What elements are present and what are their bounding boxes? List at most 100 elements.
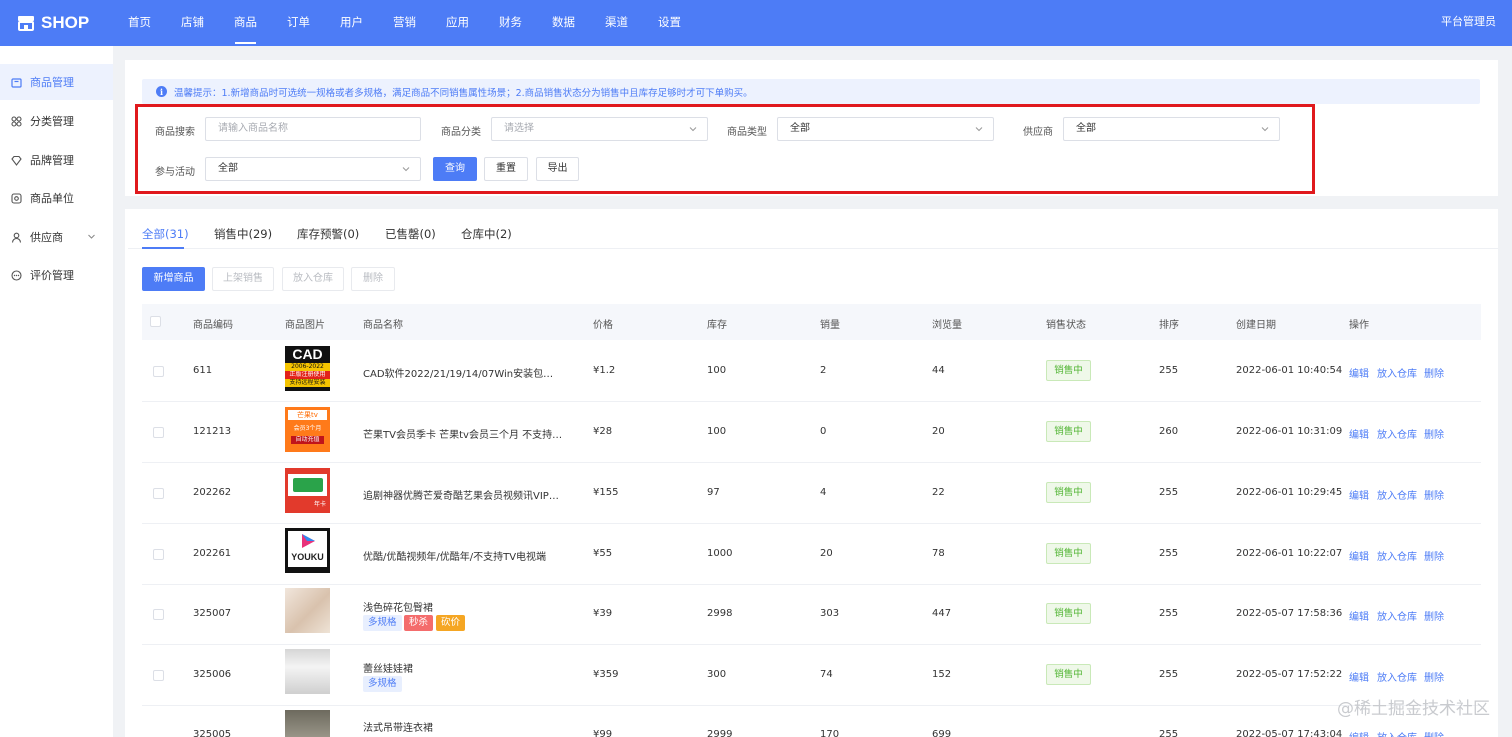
tab-sold-out[interactable]: 已售罄(0) xyxy=(385,226,436,242)
nav-users[interactable]: 用户 xyxy=(325,0,378,46)
product-image[interactable]: 年卡 xyxy=(285,468,330,513)
to-warehouse-link[interactable]: 放入仓库 xyxy=(1377,608,1417,623)
col-price: 价格 xyxy=(593,320,613,331)
product-name[interactable]: 优酷/优酷视频年/优酷年/不支持TV电视端 xyxy=(363,548,563,563)
sidebar-item-product-manage[interactable]: 商品管理 xyxy=(0,64,113,100)
sidebar-item-unit[interactable]: 商品单位 xyxy=(0,180,113,216)
nav-marketing[interactable]: 营销 xyxy=(378,0,431,46)
reset-button[interactable]: 重置 xyxy=(484,157,528,181)
delete-link[interactable]: 删除 xyxy=(1424,487,1444,502)
sidebar-item-review[interactable]: 评价管理 xyxy=(0,257,113,293)
admin-user-menu[interactable]: 平台管理员 xyxy=(1441,0,1496,44)
delete-link[interactable]: 删除 xyxy=(1424,548,1444,563)
delete-link[interactable]: 删除 xyxy=(1424,426,1444,441)
product-image[interactable]: YOUKU xyxy=(285,528,330,573)
to-warehouse-link[interactable]: 放入仓库 xyxy=(1377,669,1417,684)
row-checkbox[interactable] xyxy=(153,609,164,620)
sidebar-item-label: 分类管理 xyxy=(30,115,74,128)
shop-icon xyxy=(18,16,34,31)
to-warehouse-link[interactable]: 放入仓库 xyxy=(1377,487,1417,502)
to-warehouse-link[interactable]: 放入仓库 xyxy=(1377,426,1417,441)
search-input[interactable]: 请输入商品名称 xyxy=(205,117,421,141)
edit-link[interactable]: 编辑 xyxy=(1349,487,1369,502)
edit-link[interactable]: 编辑 xyxy=(1349,548,1369,563)
to-warehouse-button[interactable]: 放入仓库 xyxy=(282,267,344,291)
row-checkbox[interactable] xyxy=(153,366,164,377)
product-sort: 255 xyxy=(1159,548,1179,559)
to-warehouse-link[interactable]: 放入仓库 xyxy=(1377,729,1417,737)
tab-divider xyxy=(128,248,1498,249)
row-checkbox[interactable] xyxy=(153,488,164,499)
col-code: 商品编码 xyxy=(193,320,233,331)
chevron-down-icon xyxy=(402,167,410,172)
chevron-down-icon xyxy=(975,127,983,132)
thumb-line: 正版注册使用 xyxy=(285,371,330,379)
product-sort: 255 xyxy=(1159,487,1179,498)
row-checkbox[interactable] xyxy=(153,427,164,438)
nav-home[interactable]: 首页 xyxy=(113,0,166,46)
tag-multi-spec: 多规格 xyxy=(363,676,402,692)
sidebar-item-brand[interactable]: 品牌管理 xyxy=(0,142,113,178)
delete-button[interactable]: 删除 xyxy=(351,267,395,291)
sidebar-item-supplier[interactable]: 供应商 xyxy=(0,219,113,255)
nav-apps[interactable]: 应用 xyxy=(431,0,484,46)
row-checkbox[interactable] xyxy=(153,670,164,681)
tab-warehouse[interactable]: 仓库中(2) xyxy=(461,226,512,242)
nav-settings[interactable]: 设置 xyxy=(643,0,696,46)
type-select[interactable]: 全部 xyxy=(777,117,994,141)
delete-link[interactable]: 删除 xyxy=(1424,365,1444,380)
product-name[interactable]: 蕾丝娃娃裙 xyxy=(363,660,563,675)
tab-stock-alert[interactable]: 库存预警(0) xyxy=(297,226,359,242)
delete-link[interactable]: 删除 xyxy=(1424,729,1444,737)
edit-link[interactable]: 编辑 xyxy=(1349,426,1369,441)
product-name[interactable]: 追剧神器优腾芒爱奇酷艺果会员视频讯VIP播... xyxy=(363,487,563,502)
add-product-button[interactable]: 新增商品 xyxy=(142,267,205,291)
edit-link[interactable]: 编辑 xyxy=(1349,729,1369,737)
tip-banner: i 温馨提示：1.新增商品时可选统一规格或者多规格，满足商品不同销售属性场景；2… xyxy=(142,79,1480,104)
tab-all[interactable]: 全部(31) xyxy=(142,226,189,242)
row-checkbox[interactable] xyxy=(153,549,164,560)
product-name[interactable]: 法式吊带连衣裙 xyxy=(363,719,563,734)
edit-link[interactable]: 编辑 xyxy=(1349,669,1369,684)
table-row: 202262 年卡 追剧神器优腾芒爱奇酷艺果会员视频讯VIP播... ¥155 … xyxy=(142,463,1481,524)
to-warehouse-link[interactable]: 放入仓库 xyxy=(1377,548,1417,563)
delete-link[interactable]: 删除 xyxy=(1424,608,1444,623)
nav-products[interactable]: 商品 xyxy=(219,0,272,46)
product-name[interactable]: 浅色碎花包臀裙 xyxy=(363,599,563,614)
app-logo[interactable]: SHOP xyxy=(17,12,89,34)
nav-channels[interactable]: 渠道 xyxy=(590,0,643,46)
edit-link[interactable]: 编辑 xyxy=(1349,365,1369,380)
product-name[interactable]: CAD软件2022/21/19/14/07Win安装包下载制... xyxy=(363,365,563,380)
nav-store[interactable]: 店铺 xyxy=(166,0,219,46)
nav-finance[interactable]: 财务 xyxy=(484,0,537,46)
table-row: 325006 蕾丝娃娃裙 多规格 ¥359 300 74 152 销售中 255… xyxy=(142,645,1481,706)
activity-select[interactable]: 全部 xyxy=(205,157,421,181)
select-all-checkbox[interactable] xyxy=(150,316,161,327)
product-image[interactable]: CAD 2006-2022 正版注册使用 支持远程安装 xyxy=(285,346,330,391)
category-select[interactable]: 请选择 xyxy=(491,117,708,141)
col-actions: 操作 xyxy=(1349,320,1369,331)
nav-orders[interactable]: 订单 xyxy=(272,0,325,46)
on-sale-button[interactable]: 上架销售 xyxy=(212,267,274,291)
product-image[interactable] xyxy=(285,710,330,737)
nav-data[interactable]: 数据 xyxy=(537,0,590,46)
product-image[interactable]: 芒果tv 会员3个月 自动充值 xyxy=(285,407,330,452)
sidebar: 商品管理 分类管理 品牌管理 商品单位 供应商 评价管理 xyxy=(0,46,113,737)
export-button[interactable]: 导出 xyxy=(536,157,579,181)
status-badge: 销售中 xyxy=(1046,482,1091,503)
delete-link[interactable]: 删除 xyxy=(1424,669,1444,684)
edit-link[interactable]: 编辑 xyxy=(1349,608,1369,623)
tab-on-sale[interactable]: 销售中(29) xyxy=(214,226,272,242)
chevron-down-icon[interactable] xyxy=(87,232,96,241)
product-name[interactable]: 芒果TV会员季卡 芒果tv会员三个月 不支持电... xyxy=(363,426,563,441)
product-image[interactable] xyxy=(285,588,330,633)
product-sort: 255 xyxy=(1159,729,1179,737)
status-badge: 销售中 xyxy=(1046,360,1091,381)
sidebar-item-category[interactable]: 分类管理 xyxy=(0,103,113,139)
supplier-select[interactable]: 全部 xyxy=(1063,117,1280,141)
sidebar-item-label: 商品管理 xyxy=(30,76,74,89)
to-warehouse-link[interactable]: 放入仓库 xyxy=(1377,365,1417,380)
query-button[interactable]: 查询 xyxy=(433,157,477,181)
col-name: 商品名称 xyxy=(363,320,403,331)
product-image[interactable] xyxy=(285,649,330,694)
